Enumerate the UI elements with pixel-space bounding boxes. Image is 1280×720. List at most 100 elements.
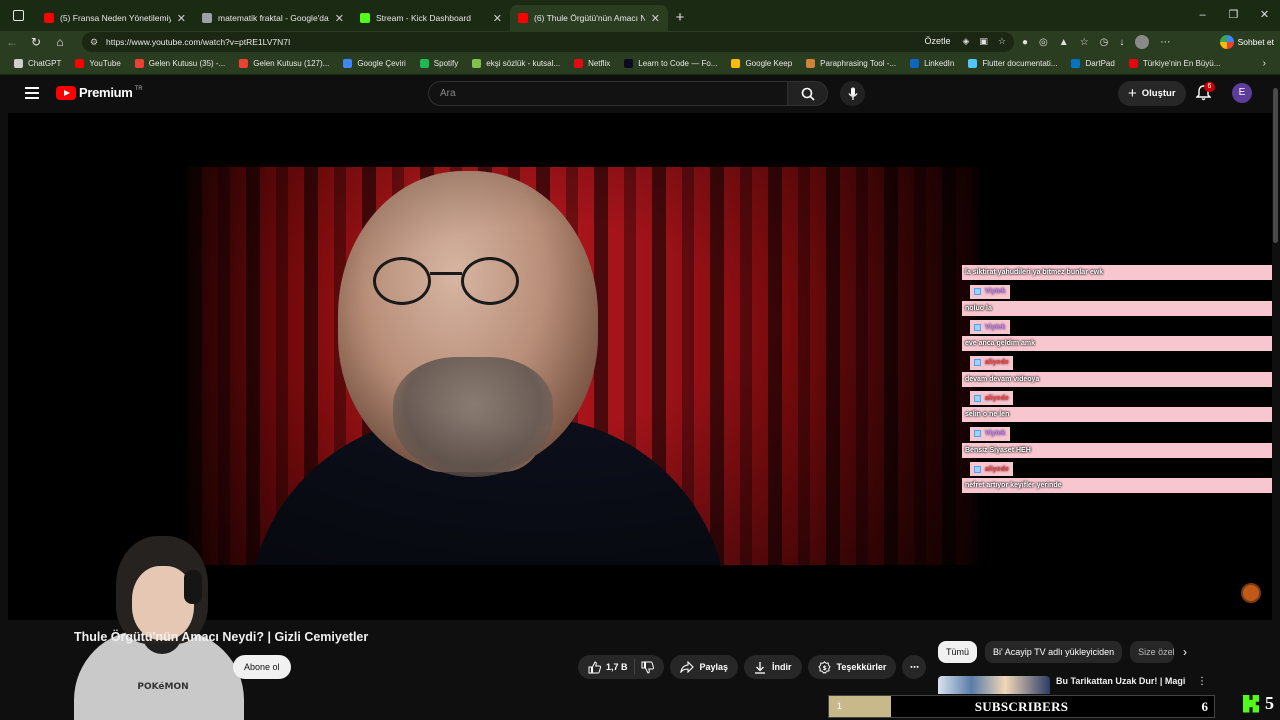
bookmark-label: DartPad bbox=[1085, 59, 1115, 68]
minimize-button[interactable]: – bbox=[1187, 0, 1218, 31]
browser-tab[interactable]: (5) Fransa Neden Yönetilemiyor? ✕ bbox=[36, 5, 194, 31]
home-icon[interactable]: ⌂ bbox=[48, 35, 72, 49]
svg-text:$: $ bbox=[822, 665, 826, 672]
youtube-header: Premium TR Ara + Oluştur 6 E bbox=[0, 75, 1280, 113]
like-button[interactable]: 1,7 B bbox=[588, 660, 628, 674]
new-tab-button[interactable]: + bbox=[668, 9, 692, 26]
extension-icon[interactable]: ◎ bbox=[1039, 37, 1048, 48]
more-bookmarks-icon[interactable]: › bbox=[1263, 58, 1266, 69]
close-tab-icon[interactable]: ✕ bbox=[177, 12, 186, 25]
close-tab-icon[interactable]: ✕ bbox=[493, 12, 502, 25]
chat-row: aliyede bbox=[962, 460, 1272, 479]
close-window-button[interactable]: ✕ bbox=[1249, 0, 1280, 31]
chat-row: noluo la bbox=[962, 300, 1272, 316]
bookmark-item[interactable]: Learn to Code — Fo... bbox=[624, 59, 717, 68]
bookmark-item[interactable]: ChatGPT bbox=[14, 59, 61, 68]
bookmark-item[interactable]: LinkedIn bbox=[910, 59, 954, 68]
bookmark-item[interactable]: Spotify bbox=[419, 59, 458, 68]
recommended-video[interactable]: Bu Tarikattan Uzak Dur! | Magi bbox=[938, 676, 1185, 694]
history-icon[interactable]: ◷ bbox=[1100, 37, 1109, 48]
chat-username: Viytek bbox=[970, 284, 1010, 299]
bookmark-item[interactable]: YouTube bbox=[75, 59, 121, 68]
download-label: İndir bbox=[772, 662, 792, 672]
chat-username: aliyede bbox=[970, 355, 1013, 370]
bookmark-label: Gelen Kutusu (35) -... bbox=[148, 59, 226, 68]
bookmark-item[interactable]: Google Çeviri bbox=[343, 59, 406, 68]
thanks-label: Teşekkürler bbox=[836, 662, 887, 672]
share-button[interactable]: Paylaş bbox=[669, 655, 739, 679]
menu-icon[interactable] bbox=[25, 87, 39, 102]
subscribe-button[interactable]: Abone ol bbox=[233, 655, 291, 679]
voice-search-button[interactable] bbox=[840, 81, 865, 106]
subscribers-label: SUBSCRIBERS bbox=[974, 699, 1069, 714]
chat-button[interactable]: Sohbet et bbox=[1219, 33, 1274, 51]
page-scrollbar[interactable] bbox=[1273, 88, 1278, 243]
chat-label: Sohbet et bbox=[1237, 37, 1274, 47]
create-label: Oluştur bbox=[1141, 88, 1176, 99]
bookmark-item[interactable]: Netflix bbox=[574, 59, 610, 68]
bookmark-favicon-icon bbox=[910, 59, 920, 68]
close-tab-icon[interactable]: ✕ bbox=[651, 12, 660, 25]
bookmark-favicon-icon bbox=[574, 59, 584, 68]
bookmarks-icon[interactable]: ☆ bbox=[1080, 37, 1089, 48]
bookmark-item[interactable]: Paraphrasing Tool -... bbox=[806, 59, 896, 68]
download-button[interactable]: İndir bbox=[744, 655, 802, 679]
install-app-icon[interactable]: ▣ bbox=[979, 36, 988, 47]
bookmark-favicon-icon bbox=[731, 59, 741, 68]
extension-icon[interactable]: ● bbox=[1022, 37, 1028, 48]
gemini-icon bbox=[1219, 35, 1234, 49]
bookmark-item[interactable]: Gelen Kutusu (127)... bbox=[239, 59, 329, 68]
bookmark-item[interactable]: Google Keep bbox=[731, 59, 792, 68]
dislike-button[interactable] bbox=[641, 661, 654, 674]
bookmark-item[interactable]: Türkiye'nin En Büyü... bbox=[1128, 59, 1220, 68]
chat-badge-icon bbox=[974, 465, 981, 473]
url-text[interactable]: https://www.youtube.com/watch?v=ptRE1LV7… bbox=[106, 37, 290, 47]
more-actions-button[interactable]: ⋯ bbox=[902, 655, 927, 679]
browser-menu-icon[interactable]: ⋯ bbox=[1160, 37, 1170, 48]
account-avatar[interactable]: E bbox=[1232, 83, 1252, 103]
recommended-title[interactable]: Bu Tarikattan Uzak Dur! | Magi bbox=[1056, 676, 1185, 694]
omnibox-actions: Özetle ◈ ▣ ☆ bbox=[924, 36, 1006, 47]
download-icon[interactable]: ↓ bbox=[1119, 37, 1124, 48]
thanks-button[interactable]: $ Teşekkürler bbox=[807, 655, 897, 679]
chat-message: noluo la bbox=[962, 300, 1272, 316]
bookmark-star-icon[interactable]: ☆ bbox=[998, 36, 1006, 47]
lens-icon[interactable]: ◈ bbox=[962, 36, 969, 47]
close-tab-icon[interactable]: ✕ bbox=[335, 12, 344, 25]
search-input[interactable]: Ara bbox=[428, 81, 788, 106]
bookmark-favicon-icon bbox=[472, 59, 482, 68]
bookmark-favicon-icon bbox=[239, 59, 249, 68]
kick-count-value: 5 bbox=[1265, 693, 1274, 713]
address-bar[interactable]: ⚙ https://www.youtube.com/watch?v=ptRE1L… bbox=[82, 32, 1014, 52]
chat-badge-icon bbox=[974, 359, 981, 366]
profile-avatar[interactable] bbox=[1135, 35, 1150, 49]
channel-watermark-icon[interactable] bbox=[1241, 583, 1261, 603]
bookmark-item[interactable]: DartPad bbox=[1071, 59, 1115, 68]
tab-favicon-icon bbox=[202, 13, 212, 23]
filter-chip[interactable]: Size özel bbox=[1130, 641, 1175, 663]
browser-tab[interactable]: (6) Thule Örgütü'nün Amacı Neydi ✕ bbox=[510, 5, 668, 31]
plus-icon: + bbox=[1128, 85, 1137, 102]
youtube-logo[interactable]: Premium TR bbox=[56, 85, 143, 100]
browser-tab[interactable]: matematik fraktal - Google'da Ara ✕ bbox=[194, 5, 352, 31]
chevron-right-icon[interactable]: › bbox=[1183, 645, 1187, 659]
create-button[interactable]: + Oluştur bbox=[1118, 81, 1186, 106]
browser-tab[interactable]: Stream - Kick Dashboard ✕ bbox=[352, 5, 510, 31]
back-icon[interactable]: ← bbox=[0, 35, 24, 49]
bookmark-item[interactable]: ekşi sözlük - kutsal... bbox=[472, 59, 560, 68]
extension-icon[interactable]: ▲ bbox=[1059, 37, 1069, 48]
site-info-icon[interactable]: ⚙ bbox=[90, 37, 100, 48]
tab-title: (5) Fransa Neden Yönetilemiyor? bbox=[60, 13, 171, 23]
summarize-button[interactable]: Özetle bbox=[924, 36, 950, 47]
tab-actions-menu-icon[interactable] bbox=[0, 0, 36, 31]
filter-chip[interactable]: Tümü bbox=[938, 641, 978, 663]
reload-icon[interactable]: ↻ bbox=[24, 35, 48, 49]
recommended-thumbnail[interactable] bbox=[938, 676, 1050, 694]
maximize-button[interactable]: ❐ bbox=[1218, 0, 1249, 31]
recommended-menu-icon[interactable]: ⋮ bbox=[1197, 676, 1207, 687]
filter-chip[interactable]: Bi' Acayip TV adlı yükleyiciden bbox=[985, 641, 1123, 663]
bookmark-favicon-icon bbox=[624, 59, 634, 68]
search-button[interactable] bbox=[788, 81, 828, 106]
bookmark-item[interactable]: Flutter documentati... bbox=[968, 59, 1057, 68]
bookmark-item[interactable]: Gelen Kutusu (35) -... bbox=[134, 59, 226, 68]
